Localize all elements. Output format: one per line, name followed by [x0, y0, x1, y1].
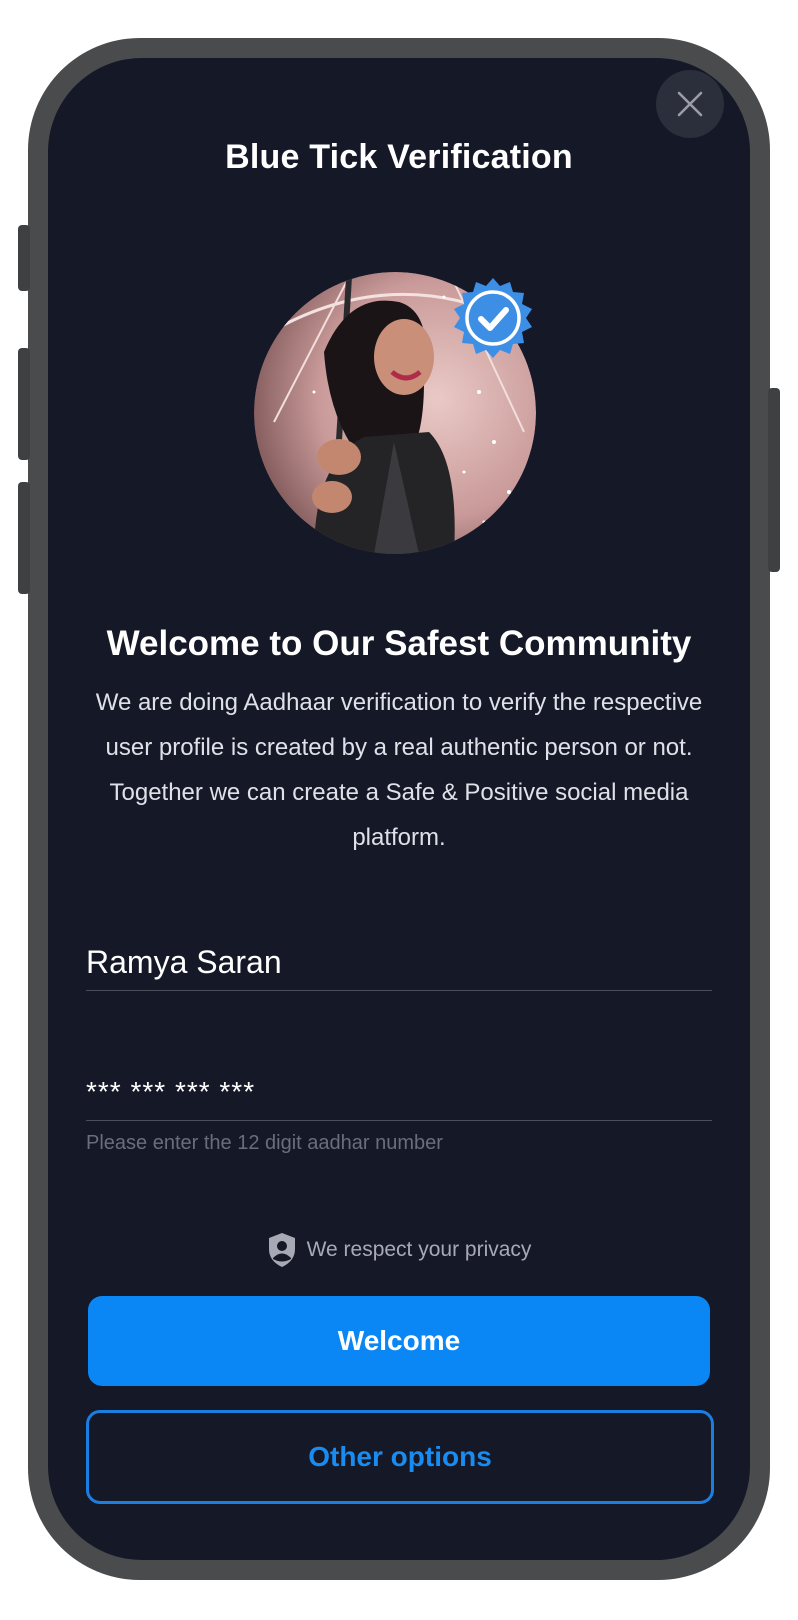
close-button[interactable]	[656, 70, 724, 138]
welcome-heading: Welcome to Our Safest Community	[106, 624, 692, 663]
privacy-text: We respect your privacy	[306, 1238, 532, 1261]
shield-user-icon	[268, 1233, 295, 1267]
verification-description: We are doing Aadhaar verification to ver…	[95, 689, 703, 851]
aadhar-hint: Please enter the 12 digit aadhar number	[86, 1132, 443, 1154]
welcome-button[interactable]: Welcome	[88, 1296, 710, 1386]
verification-screen: Blue Tick Verification Welcome to Our Sa…	[48, 58, 750, 1560]
name-field[interactable]: Ramya Saran	[86, 934, 712, 991]
volume-up-button	[18, 348, 30, 460]
verified-badge-icon	[454, 278, 532, 358]
other-options-button[interactable]: Other options	[86, 1410, 714, 1504]
volume-down-button	[18, 482, 30, 594]
power-button	[768, 388, 780, 572]
aadhar-number-field[interactable]: *** *** *** ***	[86, 1064, 712, 1121]
mute-switch	[18, 225, 30, 291]
profile-avatar-group	[254, 272, 536, 554]
close-icon	[677, 91, 703, 117]
page-title: Blue Tick Verification	[225, 138, 573, 176]
privacy-note: We respect your privacy	[48, 1232, 750, 1268]
